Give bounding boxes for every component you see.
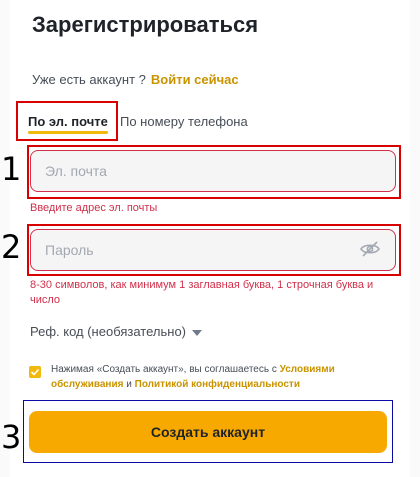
tab-phone[interactable]: По номеру телефона — [120, 114, 248, 129]
eye-slash-icon[interactable] — [360, 241, 380, 257]
login-prompt-text: Уже есть аккаунт ? — [32, 72, 146, 87]
email-field[interactable] — [30, 150, 396, 192]
create-account-button[interactable]: Создать аккаунт — [29, 411, 387, 453]
password-field[interactable] — [30, 229, 396, 271]
signup-card: Зарегистрироваться Уже есть аккаунт ? Вой… — [10, 0, 410, 477]
caret-down-icon — [192, 329, 202, 336]
referral-code-toggle[interactable]: Реф. код (необязательно) — [30, 324, 202, 339]
tab-active-indicator — [28, 131, 108, 134]
tab-email[interactable]: По эл. почте — [16, 101, 118, 141]
referral-code-label: Реф. код (необязательно) — [30, 324, 186, 339]
privacy-policy-link[interactable]: Политикой конфиденциальности — [135, 379, 300, 390]
password-error-line-1: 8-30 символов, как минимум 1 заглавная б… — [30, 279, 374, 291]
terms-text: Нажимая «Создать аккаунт», вы соглашаете… — [51, 362, 371, 392]
tab-email-label: По эл. почте — [28, 114, 108, 129]
annotation-number-2: 2 — [1, 228, 22, 266]
checkmark-icon — [30, 368, 40, 376]
terms-prefix: Нажимая «Создать аккаунт», вы соглашаете… — [51, 364, 277, 375]
login-prompt: Уже есть аккаунт ? Войти сейчас — [32, 72, 239, 87]
annotation-number-1: 1 — [1, 150, 22, 188]
terms-middle: и — [126, 379, 132, 390]
password-error-line-2: число — [30, 294, 61, 306]
page-title: Зарегистрироваться — [32, 12, 259, 37]
terms-checkbox[interactable] — [29, 366, 41, 378]
annotation-number-3: 3 — [1, 418, 22, 456]
login-now-link[interactable]: Войти сейчас — [151, 72, 239, 87]
email-error: Введите адрес эл. почты — [30, 202, 158, 214]
